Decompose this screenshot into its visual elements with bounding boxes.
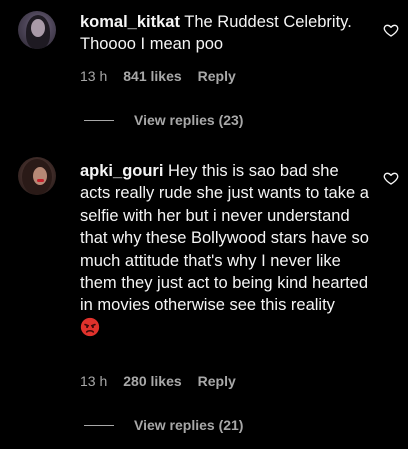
reply-button[interactable]: Reply: [198, 68, 236, 84]
avatar[interactable]: [18, 11, 56, 49]
divider-line: [84, 119, 114, 121]
heart-icon[interactable]: [383, 22, 399, 38]
comment-time: 13 h: [80, 68, 108, 84]
comment-text: komal_kitkat The Ruddest Celebrity. Thoo…: [80, 11, 370, 56]
comment-body: Hey this is sao bad she acts really rude…: [80, 162, 369, 315]
view-replies-label: View replies (21): [134, 417, 244, 433]
avatar[interactable]: [18, 157, 56, 195]
view-replies-button[interactable]: View replies (23): [84, 112, 243, 128]
comment-meta: 13 h 841 likes Reply: [80, 68, 236, 84]
reply-button[interactable]: Reply: [198, 373, 236, 389]
view-replies-label: View replies (23): [134, 112, 244, 128]
angry-face-icon: [80, 317, 100, 337]
comment-time: 13 h: [80, 373, 108, 389]
likes-count[interactable]: 841 likes: [123, 68, 181, 84]
comment-username[interactable]: komal_kitkat: [80, 13, 180, 31]
heart-icon[interactable]: [383, 170, 399, 186]
divider-line: [84, 424, 114, 426]
comment-username[interactable]: apki_gouri: [80, 162, 163, 180]
likes-count[interactable]: 280 likes: [123, 373, 181, 389]
comment-meta: 13 h 280 likes Reply: [80, 373, 236, 389]
view-replies-button[interactable]: View replies (21): [84, 417, 243, 433]
comment-text: apki_gouri Hey this is sao bad she acts …: [80, 160, 370, 339]
